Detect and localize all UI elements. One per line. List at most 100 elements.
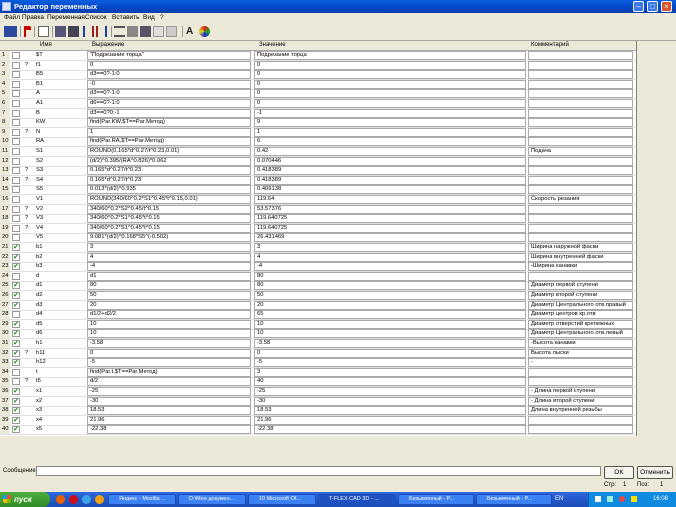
variable-name[interactable]: d6 — [36, 329, 86, 338]
row-checkbox[interactable] — [12, 368, 20, 376]
row-checkbox[interactable] — [12, 176, 20, 184]
quicklaunch-firefox-icon[interactable] — [56, 495, 65, 504]
variable-name[interactable]: S3 — [36, 166, 86, 175]
variable-comment[interactable] — [528, 367, 633, 377]
table-icon[interactable] — [127, 26, 138, 37]
delete-row-icon[interactable] — [153, 26, 164, 37]
task-firefox[interactable]: Яндекс - Mozilla ... — [108, 494, 176, 505]
start-button[interactable]: пуск — [0, 492, 50, 507]
variable-comment[interactable] — [528, 89, 633, 99]
header-expression[interactable]: Выражение — [92, 42, 124, 48]
sort-az-icon[interactable] — [83, 26, 94, 37]
paste-icon[interactable] — [68, 26, 79, 37]
copy-icon[interactable] — [55, 26, 66, 37]
color-palette-icon[interactable] — [199, 26, 210, 37]
tray-network-icon[interactable] — [607, 496, 613, 502]
row-checkbox[interactable]: ✔ — [12, 282, 20, 290]
variable-name[interactable]: t5 — [36, 377, 86, 386]
variable-comment[interactable] — [528, 166, 633, 176]
menu-file[interactable]: Файл — [4, 14, 20, 21]
variable-name[interactable]: S1 — [36, 147, 86, 156]
table-row[interactable]: 20 V5 9.081*(d/2)^0.168*S5^(-0.502) 26.4314… — [0, 233, 636, 244]
row-checkbox[interactable] — [12, 196, 20, 203]
variable-comment[interactable] — [528, 99, 633, 108]
table-row[interactable]: 16 V1 ROUND(340/60^0.2*S1^0.45*t^0.15,0.01… — [0, 195, 636, 205]
row-checkbox[interactable] — [12, 157, 20, 165]
variable-comment[interactable] — [528, 108, 633, 118]
variable-name[interactable]: N — [36, 128, 86, 137]
variable-expression[interactable]: find(Par.KW,$T==Par.Метод) — [87, 118, 251, 128]
variable-comment[interactable] — [528, 425, 633, 435]
row-checkbox[interactable] — [12, 148, 20, 155]
table-row[interactable]: 21 ✔ b1 3 3 Ширина наружной фаски — [0, 243, 636, 253]
variable-expression[interactable]: 80 — [87, 281, 251, 291]
row-checkbox[interactable]: ✔ — [12, 416, 20, 424]
variable-comment[interactable] — [528, 156, 633, 166]
variable-expression[interactable]: ROUND(340/60^0.2*S1^0.45*t^0.15,0.01) — [87, 195, 251, 204]
table-row[interactable]: 37 ✔ x2 -30 -30- Длина второй ступени — [0, 396, 636, 407]
variable-comment[interactable] — [528, 175, 633, 185]
variable-expression[interactable]: -22.38 — [87, 425, 251, 435]
language-indicator[interactable]: EN — [555, 496, 563, 502]
variable-name[interactable]: V1 — [36, 195, 86, 204]
variable-icon[interactable] — [4, 26, 17, 37]
table-row[interactable]: 40 ✔ x5 -22.38 -22.38 — [0, 425, 636, 436]
variable-name[interactable]: d5 — [36, 320, 86, 329]
table-row[interactable]: 14? S4 0.165*d^0.27/t^0.23 0.418389 — [0, 175, 636, 186]
variable-expression[interactable]: d3==0?-1:0 — [87, 70, 251, 80]
variable-comment[interactable] — [528, 214, 633, 224]
variable-expression[interactable]: 3 — [87, 243, 251, 252]
quicklaunch-opera-icon[interactable] — [69, 495, 78, 504]
table-row[interactable]: 5 Ad3==0?-1:0 0 — [0, 89, 636, 100]
variable-expression[interactable]: 340/60^0.2*S1^0.45*t^0.15 — [87, 223, 251, 233]
table-row[interactable]: 28 d4 d1/2+d2/2 65 Диаметр центров кр.отв — [0, 310, 636, 321]
variable-comment[interactable]: Ширина наружной фаски — [528, 243, 633, 252]
variable-name[interactable]: h11 — [36, 349, 86, 358]
table-row[interactable]: 4 B1 -0 0 — [0, 79, 636, 90]
ok-button[interactable]: OK — [604, 466, 634, 479]
variable-name[interactable]: V2 — [36, 205, 86, 214]
table-row[interactable]: 1 $T "Подрезание торца" Подрезание торца — [0, 51, 636, 61]
variable-expression[interactable]: d6==0?-1:0 — [87, 99, 251, 108]
row-checkbox[interactable] — [12, 52, 20, 59]
variable-expression[interactable]: 340/60^0.2*S1^0.45*t^0.15 — [87, 214, 251, 224]
task-office[interactable]: 10 Microsoft Of... — [248, 494, 316, 505]
variable-name[interactable]: KW — [36, 118, 86, 127]
variable-name[interactable]: S4 — [36, 176, 86, 185]
variable-comment[interactable]: Диаметр второй ступени — [528, 291, 633, 300]
window-titlebar[interactable]: Редактор переменных – □ × — [0, 0, 676, 13]
table-row[interactable]: 18? V3 340/60^0.2*S1^0.45*t^0.15 119.640725 — [0, 214, 636, 225]
task-explorer[interactable]: D:\Мои докумен... — [178, 494, 246, 505]
variable-name[interactable]: S5 — [36, 185, 86, 194]
header-name[interactable]: Имя — [40, 42, 52, 48]
variable-name[interactable]: x4 — [36, 416, 86, 425]
variable-name[interactable]: d4 — [36, 310, 86, 319]
variable-comment[interactable] — [528, 233, 633, 243]
variable-expression[interactable]: 0 — [87, 348, 251, 358]
table-row[interactable]: 7 Bd3==0?0:-1 -1 — [0, 108, 636, 119]
variable-name[interactable]: B — [36, 109, 86, 118]
sort-za-icon[interactable] — [96, 26, 107, 37]
variable-name[interactable]: $T — [36, 51, 86, 60]
variable-comment[interactable] — [528, 204, 633, 214]
variable-expression[interactable]: d3==0?-1:0 — [87, 89, 251, 99]
variable-comment[interactable] — [528, 271, 633, 281]
table-row[interactable]: 27 ✔ d3 20 20 Диаметр Центрального отв.правый — [0, 300, 636, 311]
quicklaunch-ie-icon[interactable] — [82, 495, 91, 504]
table-row[interactable]: 34 t find(Par.t,$T==Par.Метод) 3 — [0, 367, 636, 378]
row-checkbox[interactable] — [12, 224, 20, 232]
row-checkbox[interactable] — [12, 119, 20, 127]
table-row[interactable]: 8 KW find(Par.KW,$T==Par.Метод) 9 — [0, 118, 636, 129]
table-row[interactable]: 12 S2 (d/2)^0.395/(RA^0.826)*0.062 0.070446 — [0, 156, 636, 167]
variable-comment[interactable] — [528, 79, 633, 89]
variable-comment[interactable]: Подача — [528, 147, 633, 156]
variable-comment[interactable]: Диаметр Центрального отв.правый — [528, 300, 633, 310]
variable-comment[interactable]: Диаметр первой ступени — [528, 281, 633, 291]
variable-name[interactable]: A1 — [36, 99, 86, 108]
variable-name[interactable]: d3 — [36, 301, 86, 310]
cancel-button[interactable]: Отменить — [637, 466, 673, 479]
variable-expression[interactable]: 4 — [87, 252, 251, 262]
table-row[interactable]: 13? S3 0.165*d^0.27/t^0.23 0.418389 — [0, 166, 636, 177]
cut-icon[interactable] — [38, 26, 49, 37]
row-checkbox[interactable]: ✔ — [12, 340, 20, 347]
